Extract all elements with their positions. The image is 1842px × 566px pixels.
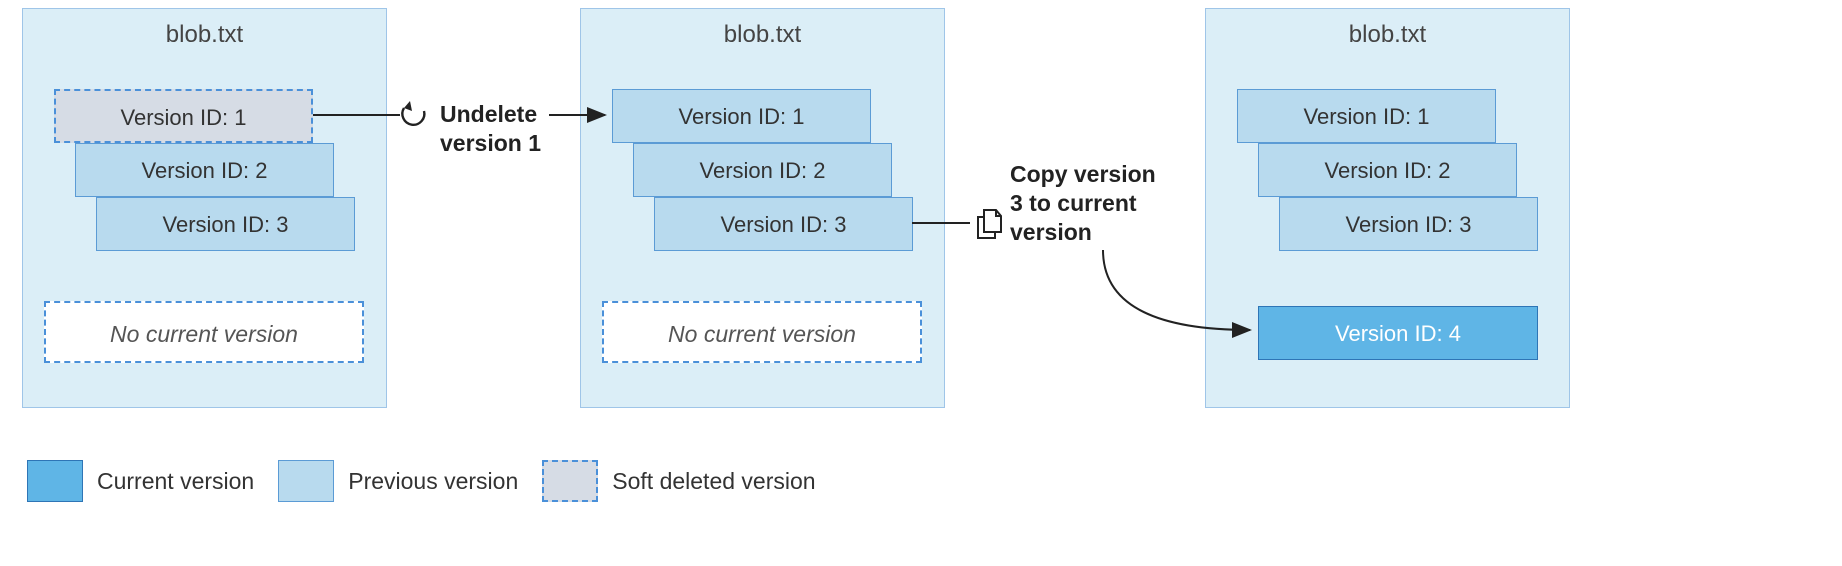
blob-title: blob.txt: [1206, 9, 1569, 57]
version-1-soft-deleted: Version ID: 1: [54, 89, 313, 143]
no-current-version: No current version: [602, 301, 922, 363]
version-1-previous: Version ID: 1: [612, 89, 871, 143]
legend-label: Soft deleted version: [612, 468, 815, 495]
action-copy-version-3: Copy version 3 to current version: [1010, 160, 1156, 246]
version-2-previous: Version ID: 2: [75, 143, 334, 197]
legend-swatch-soft-deleted: [542, 460, 598, 502]
action-undelete-version-1: Undelete version 1: [440, 100, 541, 158]
text-line: Copy version: [1010, 161, 1156, 187]
blob-panel-state-2: blob.txt Version ID: 1 Version ID: 2 Ver…: [580, 8, 945, 408]
version-2-previous: Version ID: 2: [1258, 143, 1517, 197]
version-2-previous: Version ID: 2: [633, 143, 892, 197]
text-line: version: [1010, 219, 1092, 245]
legend-swatch-current: [27, 460, 83, 502]
text-line: version 1: [440, 130, 541, 156]
no-current-version: No current version: [44, 301, 364, 363]
blob-title: blob.txt: [581, 9, 944, 57]
undo-icon: [402, 101, 424, 125]
legend-item-soft-deleted: Soft deleted version: [542, 460, 815, 502]
version-3-previous: Version ID: 3: [654, 197, 913, 251]
legend-label: Previous version: [348, 468, 518, 495]
blob-panel-state-3: blob.txt Version ID: 1 Version ID: 2 Ver…: [1205, 8, 1570, 408]
legend-label: Current version: [97, 468, 254, 495]
text-line: 3 to current: [1010, 190, 1137, 216]
version-1-previous: Version ID: 1: [1237, 89, 1496, 143]
legend-item-previous: Previous version: [278, 460, 518, 502]
text-line: Undelete: [440, 101, 537, 127]
legend-swatch-previous: [278, 460, 334, 502]
copy-icon: [978, 210, 1001, 238]
blob-panel-state-1: blob.txt Version ID: 1 Version ID: 2 Ver…: [22, 8, 387, 408]
legend-item-current: Current version: [27, 460, 254, 502]
blob-title: blob.txt: [23, 9, 386, 57]
version-3-previous: Version ID: 3: [1279, 197, 1538, 251]
version-3-previous: Version ID: 3: [96, 197, 355, 251]
legend: Current version Previous version Soft de…: [27, 460, 816, 502]
version-4-current: Version ID: 4: [1258, 306, 1538, 360]
